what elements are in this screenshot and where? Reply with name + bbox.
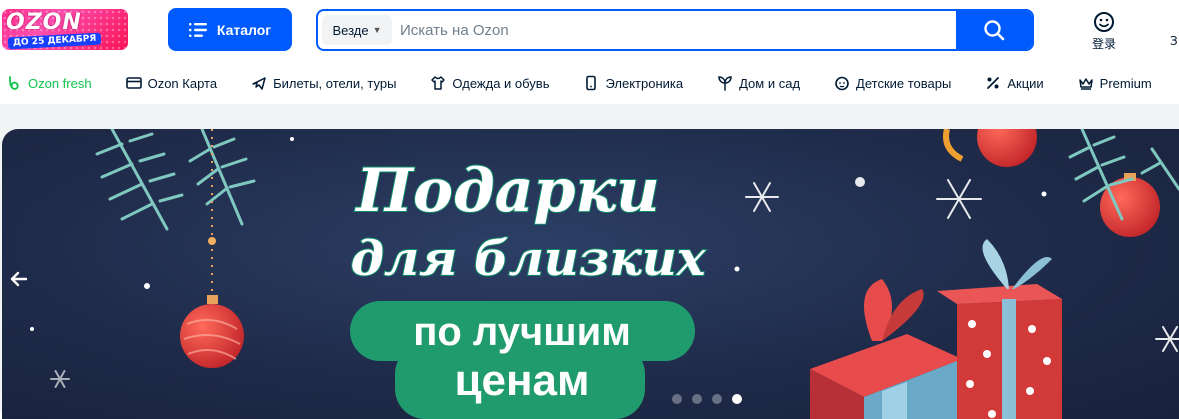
ozon-logo[interactable]: OZON ДО 25 ДЕКАБРЯ xyxy=(2,9,128,50)
banner-art: Подарки для близких по лучшим ценам xyxy=(30,129,1179,419)
slide-dot[interactable] xyxy=(692,394,702,404)
nav-item-label: Электроника xyxy=(605,75,684,91)
plane-icon xyxy=(252,77,266,90)
nav-item-home-garden[interactable]: Дом и сад xyxy=(717,75,800,91)
price-pill-line2: ценам xyxy=(454,356,589,405)
plant-icon xyxy=(718,76,732,91)
slide-dot[interactable] xyxy=(672,394,682,404)
nav-item-ozon-fresh[interactable]: Ozon fresh xyxy=(6,75,92,91)
fresh-icon xyxy=(9,76,19,90)
login-button[interactable]: 登录 xyxy=(1082,11,1126,52)
search-button[interactable] xyxy=(956,11,1032,49)
slide-indicator xyxy=(672,394,742,404)
price-pill-line1: по лучшим xyxy=(413,310,631,354)
percent-icon xyxy=(987,77,1000,89)
header: OZON ДО 25 ДЕКАБРЯ Каталог Везде ▼ 登录 З xyxy=(0,0,1179,62)
fir-branch-left xyxy=(95,129,256,231)
nav-item-electronics[interactable]: Электроника xyxy=(583,75,683,91)
nav-item-label: Ozon Карта xyxy=(147,75,218,91)
login-label: 登录 xyxy=(1091,37,1116,51)
nav-item-label: Акции xyxy=(1007,75,1044,91)
nav-item-promotions[interactable]: Акции xyxy=(985,75,1044,91)
nav-item-label: Ozon fresh xyxy=(28,75,92,91)
banner-title-line2: для близких xyxy=(351,231,707,287)
clothes-icon xyxy=(431,76,446,90)
chevron-down-icon: ▼ xyxy=(372,25,382,35)
catalog-label: Каталог xyxy=(216,21,272,38)
orders-label-cut[interactable]: З xyxy=(1170,34,1178,48)
nav-item-label: Одежда и обувь xyxy=(452,75,550,91)
category-nav: Ozon fresh Ozon Карта Билеты, отели, тур… xyxy=(0,62,1179,104)
ornament-ball-top xyxy=(977,129,1037,167)
promo-banner[interactable]: Подарки для близких по лучшим ценам xyxy=(2,129,1179,419)
nav-item-label: Premium xyxy=(1099,75,1152,91)
search-input[interactable] xyxy=(392,11,956,49)
nav-item-label: Билеты, отели, туры xyxy=(273,75,397,91)
search-scope-label: Везде xyxy=(332,22,369,38)
banner-title-line1: Подарки xyxy=(354,156,660,226)
nav-item-ozon-card[interactable]: Ozon Карта xyxy=(125,75,218,91)
gift-box-left xyxy=(810,279,962,419)
search-scope-select[interactable]: Везде ▼ xyxy=(322,15,392,45)
nav-item-clothes[interactable]: Одежда и обувь xyxy=(430,75,549,91)
catalog-button[interactable]: Каталог xyxy=(168,8,292,51)
logo-word: OZON xyxy=(6,10,82,35)
nav-item-label: Дом и сад xyxy=(739,75,801,91)
search-bar: Везде ▼ xyxy=(316,9,1034,51)
card-icon xyxy=(125,77,142,89)
nav-item-kids[interactable]: Детские товары xyxy=(834,75,951,91)
search-icon xyxy=(984,20,1005,41)
baby-icon xyxy=(835,76,849,91)
nav-item-premium[interactable]: Premium xyxy=(1078,75,1152,91)
nav-item-travel[interactable]: Билеты, отели, туры xyxy=(251,75,396,91)
menu-icon xyxy=(188,22,207,37)
prev-slide-arrow-icon[interactable] xyxy=(6,266,32,292)
phone-icon xyxy=(586,75,597,91)
slide-dot[interactable] xyxy=(712,394,722,404)
nav-item-label: Детские товары xyxy=(856,75,952,91)
slide-dot-active[interactable] xyxy=(732,394,742,404)
smile-icon xyxy=(1094,12,1114,32)
crown-icon xyxy=(1078,78,1093,90)
